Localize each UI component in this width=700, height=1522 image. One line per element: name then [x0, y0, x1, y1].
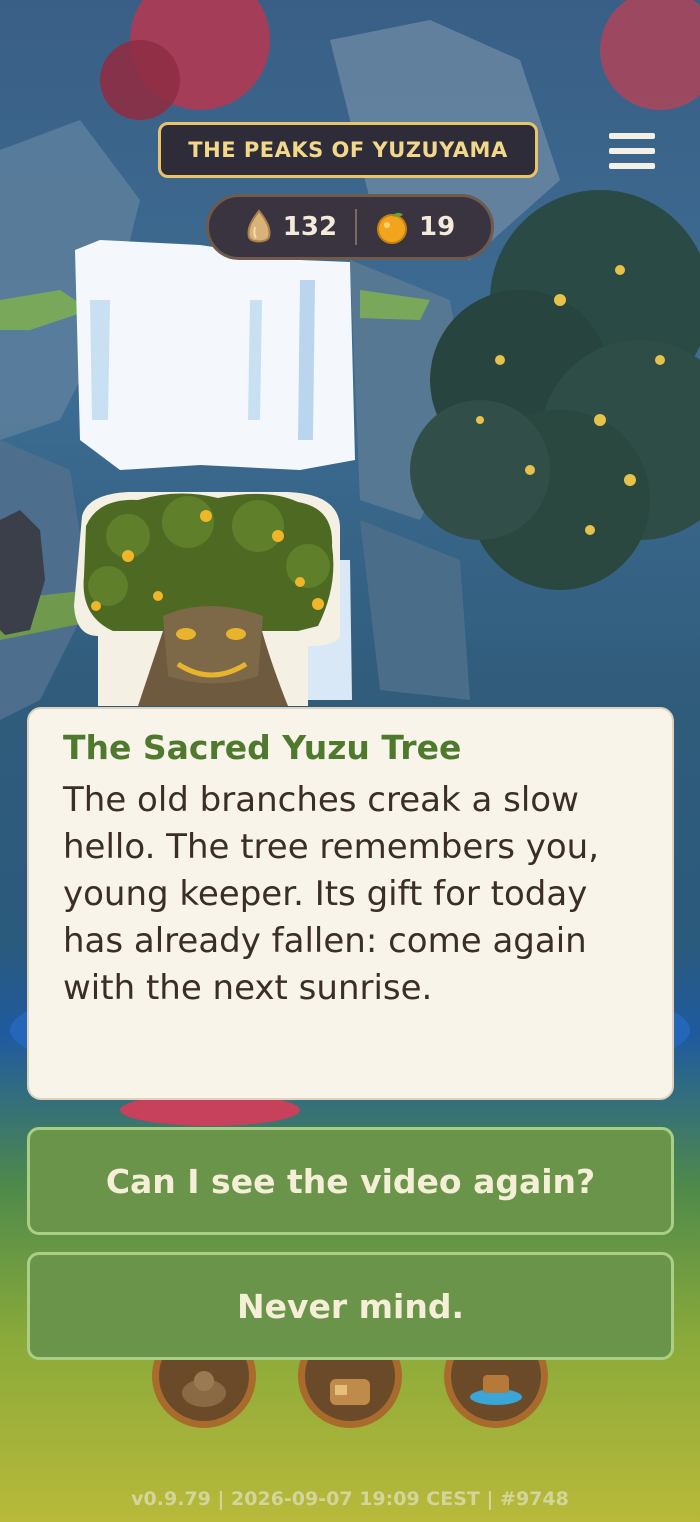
choice-label: Can I see the video again? — [105, 1161, 596, 1201]
seed-counter: 132 — [227, 209, 355, 245]
currency-bar: 132 19 — [206, 194, 494, 260]
choice-button-never-mind[interactable]: Never mind. — [27, 1252, 674, 1360]
backpack-icon — [298, 1360, 402, 1428]
seed-icon — [247, 209, 271, 243]
nav-backpack-button[interactable] — [298, 1360, 402, 1428]
location-title-banner: THE PEAKS OF YUZUYAMA — [158, 122, 538, 178]
seed-count: 132 — [282, 212, 338, 242]
dialog-box: The Sacred Yuzu Tree The old branches cr… — [27, 707, 674, 1100]
choice-label: Never mind. — [236, 1286, 464, 1326]
yuzu-fruit-icon — [377, 212, 408, 244]
version-footer: v0.9.79 | 2026-09-07 19:09 CEST | #9748 — [131, 1488, 569, 1510]
nav-hot-spring-button[interactable] — [444, 1360, 548, 1428]
menu-line — [609, 148, 655, 154]
choice-button-replay-video[interactable]: Can I see the video again? — [27, 1127, 674, 1235]
nav-capybara-button[interactable] — [152, 1360, 256, 1428]
capybara-icon — [152, 1360, 256, 1428]
yuzu-counter: 19 — [357, 210, 473, 244]
hot-spring-icon — [444, 1360, 548, 1428]
yuzu-count: 19 — [419, 212, 456, 242]
menu-line — [609, 163, 655, 169]
location-title-text: THE PEAKS OF YUZUYAMA — [188, 138, 508, 162]
dialog-text: The old branches creak a slow hello. The… — [63, 780, 600, 1008]
hamburger-menu-icon[interactable] — [606, 130, 658, 172]
menu-line — [609, 133, 655, 139]
speaker-name: The Sacred Yuzu Tree — [63, 728, 462, 767]
sacred-yuzu-tree-portrait — [74, 492, 340, 706]
